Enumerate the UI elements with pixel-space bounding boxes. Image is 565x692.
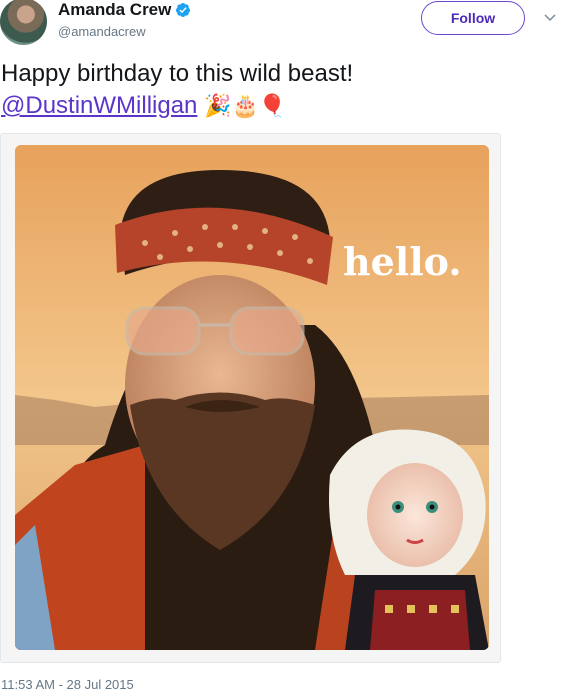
author-handle[interactable]: @amandacrew	[58, 24, 146, 39]
balloon-icon: 🎈	[258, 94, 287, 119]
party-popper-icon: 🎉	[204, 94, 232, 119]
author-display-name[interactable]: Amanda Crew	[58, 0, 171, 20]
follow-button[interactable]: Follow	[421, 1, 525, 35]
tweet-text-mention-line: @DustinWMilligan 🎉🎂🎈	[1, 90, 561, 123]
author-name-row[interactable]: Amanda Crew	[58, 0, 191, 20]
tweet-text: Happy birthday to this wild beast! @Dust…	[1, 58, 561, 123]
mention-link[interactable]: @DustinWMilligan	[1, 92, 197, 119]
photo-image: hello.	[15, 145, 489, 650]
tweet-text-line: Happy birthday to this wild beast!	[1, 60, 354, 87]
verified-badge-icon	[176, 3, 191, 17]
avatar[interactable]	[0, 0, 47, 45]
tweet-timestamp[interactable]: 11:53 AM - 28 Jul 2015	[1, 677, 134, 692]
tweet-header: Amanda Crew @amandacrew Follow	[0, 0, 565, 50]
photo-overlay-text: hello.	[343, 239, 462, 284]
media-card[interactable]: hello.	[0, 133, 501, 663]
birthday-cake-icon: 🎂	[231, 94, 259, 119]
chevron-down-icon[interactable]	[543, 12, 557, 24]
tweet-photo[interactable]: hello.	[15, 145, 489, 650]
